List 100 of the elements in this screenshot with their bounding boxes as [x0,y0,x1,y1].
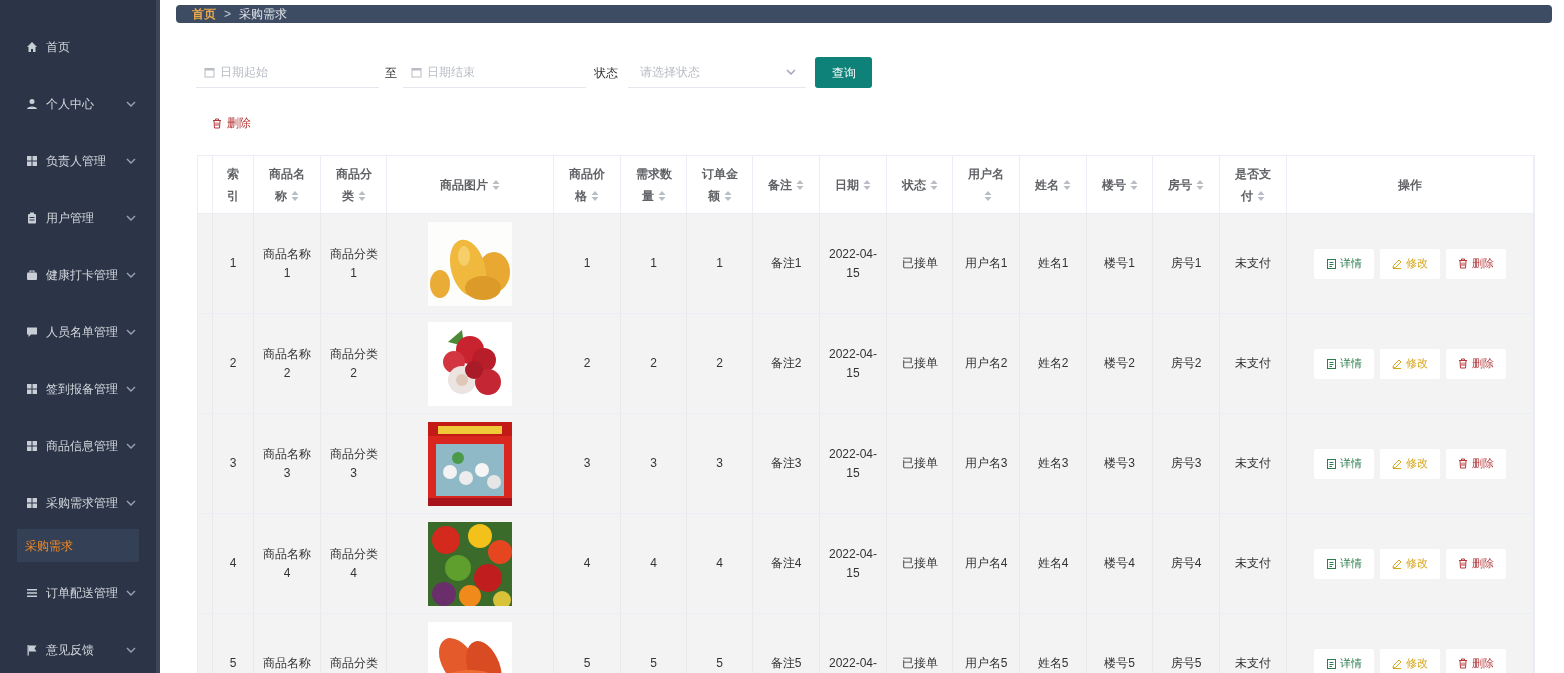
sidebar-subitem[interactable]: 采购需求 [17,529,139,562]
document-icon [1326,258,1336,269]
detail-button[interactable]: 详情 [1314,348,1374,379]
sidebar-item[interactable]: 签到报备管理 [0,360,156,417]
sort-icon[interactable] [657,190,666,203]
table-cell-text: 4 [583,555,591,572]
table-cell-text: 商品分类2 [329,345,378,382]
table-cell-text: 姓名2 [1037,355,1069,372]
user-icon [26,97,38,110]
table-cell-text: 2 [716,355,723,372]
table-cell-text: 2022-04-15 [828,445,878,482]
pencil-icon [1392,658,1402,669]
table-cell-text: 楼号3 [1104,455,1135,472]
pencil-icon [1392,558,1402,569]
table-cell-text: 商品分类 [329,655,378,672]
sort-icon[interactable] [984,190,992,203]
delete-button[interactable]: 删除 [1446,548,1506,579]
table-cell-text: 2022-04- [828,655,877,672]
chevron-down-icon [126,214,136,221]
table-cell-text: 已接单 [901,355,938,372]
table-cell-text: 2 [650,355,657,372]
table-cell-text: 3 [583,455,591,472]
calendar-icon [411,67,422,78]
pencil-icon [1392,258,1402,269]
sort-icon[interactable] [591,190,599,203]
sidebar-item[interactable]: 订单配送管理 [0,564,156,621]
delete-button[interactable]: 删除 [1446,348,1506,379]
table-cell-text: 商品名称1 [262,245,312,282]
table-cell-text: 商品名称2 [262,345,312,382]
sort-icon[interactable] [796,179,804,192]
table-cell-text: 商品名称3 [262,445,312,482]
table-cell-text: 备注3 [770,455,802,472]
sort-icon[interactable] [357,190,366,203]
date-end-field[interactable]: 日期结束 [403,57,586,88]
sidebar-item[interactable]: 个人中心 [0,75,156,132]
breadcrumb-current: 采购需求 [239,6,287,23]
sidebar-item[interactable]: 用户管理 [0,189,156,246]
sort-icon[interactable] [929,179,938,192]
chevron-down-icon [126,271,136,278]
home-icon [26,40,38,53]
grid-icon [26,439,38,452]
table-cell-text: 备注1 [770,255,802,272]
document-icon [1326,358,1336,369]
table-cell-text: 房号5 [1170,655,1202,672]
sort-icon[interactable] [723,190,732,203]
sidebar-item[interactable]: 商品信息管理 [0,417,156,474]
chevron-down-icon [126,100,136,107]
chevron-down-icon [126,328,136,335]
detail-button[interactable]: 详情 [1314,448,1374,479]
table-cell-text: 房号1 [1170,255,1202,272]
delete-button[interactable]: 删除 [1446,648,1506,673]
table-cell-text: 楼号4 [1104,555,1135,572]
sort-icon[interactable] [1257,190,1265,203]
sort-icon[interactable] [1129,179,1138,192]
table-cell-text: 5 [650,655,657,672]
grid-icon [26,382,38,395]
trash-icon [1458,358,1468,369]
sidebar-item[interactable]: 健康打卡管理 [0,246,156,303]
sidebar-item[interactable]: 意见反馈 [0,621,156,673]
detail-button[interactable]: 详情 [1314,548,1374,579]
sidebar-item[interactable]: 负责人管理 [0,132,156,189]
pencil-icon [1392,458,1402,469]
delete-button[interactable]: 删除 [212,114,251,132]
sidebar-item[interactable]: 首页 [0,18,156,75]
breadcrumb-link[interactable]: 首页 [192,5,216,23]
sort-icon[interactable] [492,179,500,192]
table-cell-text: 1 [650,255,657,272]
sort-icon[interactable] [1063,179,1071,192]
table-cell-text: 5 [229,655,237,672]
pencil-icon [1392,358,1402,369]
chevron-down-icon [126,646,136,653]
table-cell-text: 3 [716,455,723,472]
date-start-field[interactable]: 日期起始 [196,57,379,88]
table-cell-text: 用户名2 [964,355,1008,372]
table-cell-text: 用户名4 [964,555,1008,572]
table-cell-text: 4 [229,555,237,572]
table-cell-text: 2022-04-15 [828,545,878,582]
detail-button[interactable]: 详情 [1314,648,1374,673]
table-cell-text: 已接单 [901,255,938,272]
table-cell-text: 未支付 [1235,455,1271,472]
table-cell-text: 5 [583,655,591,672]
briefcase-icon [26,268,38,281]
list-icon [26,586,38,599]
trash-icon [1458,258,1468,269]
table-cell-text: 用户名5 [964,655,1008,672]
table-cell-text: 4 [650,555,657,572]
table-cell-text: 未支付 [1235,355,1271,372]
detail-button[interactable]: 详情 [1314,248,1374,279]
table-cell-text: 商品名称 [263,655,311,672]
query-button[interactable]: 查询 [815,57,872,88]
delete-button[interactable]: 删除 [1446,448,1506,479]
sidebar-item[interactable]: 采购需求管理 [0,474,156,531]
grid-icon [26,496,38,509]
sort-icon[interactable] [1196,179,1204,192]
sidebar-item[interactable]: 人员名单管理 [0,303,156,360]
sort-icon[interactable] [291,190,299,203]
table-cell-text: 房号4 [1170,555,1202,572]
table-cell-text: 楼号1 [1104,255,1135,272]
delete-button[interactable]: 删除 [1446,248,1506,279]
sort-icon[interactable] [863,179,871,192]
